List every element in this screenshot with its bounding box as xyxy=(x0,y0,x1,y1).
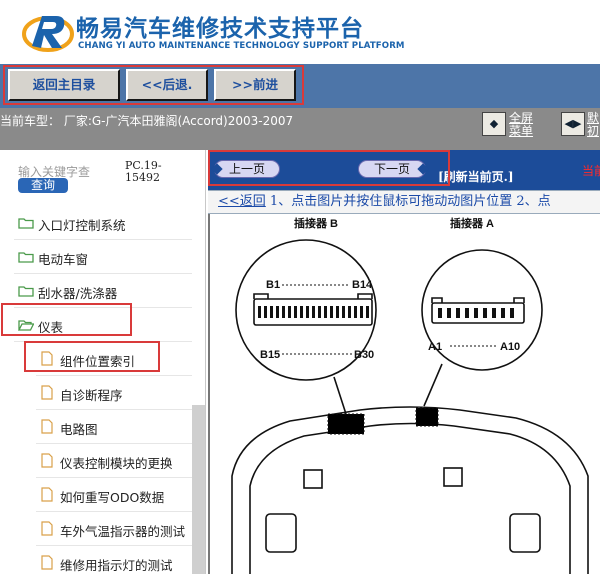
left-arrow-icon xyxy=(211,163,223,175)
page-icon xyxy=(41,419,53,434)
current-label: 当前 xyxy=(582,164,600,178)
tree-item-instruments[interactable]: 仪表 xyxy=(14,308,192,342)
history-forward-button[interactable]: >>前进 xyxy=(214,69,296,101)
page-icon xyxy=(41,351,53,366)
pin-a1-label: A1 xyxy=(428,341,442,353)
sidebar: 输入关键字查 查询 PC.19-15492 入口灯控制系统 电动车窗 刮水器/洗… xyxy=(0,150,206,574)
prev-page-button[interactable]: 上一页 xyxy=(211,160,280,178)
brand-subtitle: CHANG YI AUTO MAINTENANCE TECHNOLOGY SUP… xyxy=(78,41,405,51)
tree-item-label: 组件位置索引 xyxy=(60,354,136,369)
tree-item-component-index[interactable]: 组件位置索引 xyxy=(36,342,192,376)
folder-icon xyxy=(18,286,34,297)
refresh-link[interactable]: [刷新当前页.] xyxy=(438,168,514,185)
history-back-button[interactable]: <<后退. xyxy=(126,69,208,101)
fullscreen-line2: 菜单 xyxy=(509,124,534,138)
content-frame: 上一页 下一页 [刷新当前页.] 当前 <<返回 1、点击图片并按住鼠标可拖动动… xyxy=(208,150,600,574)
tree-item-entry-lights[interactable]: 入口灯控制系统 xyxy=(14,206,192,240)
tree-item-label: 如何重写ODO数据 xyxy=(60,490,165,505)
pin-a10-label: A10 xyxy=(500,341,520,353)
return-link[interactable]: <<返回 xyxy=(208,194,266,209)
folder-icon xyxy=(18,252,34,263)
folder-icon xyxy=(18,218,34,229)
fullscreen-icon[interactable]: ◆ xyxy=(482,112,506,136)
back-main-button[interactable]: 返回主目录 xyxy=(8,69,120,101)
connector-a-label: 插接器 A xyxy=(450,216,494,230)
pin-b30-label: B30 xyxy=(354,349,374,361)
tree-item-circuit-diagram[interactable]: 电路图 xyxy=(36,410,192,444)
page-icon xyxy=(41,521,53,536)
page-icon xyxy=(41,385,53,400)
logo-icon xyxy=(22,16,74,52)
pin-b14-label: B14 xyxy=(352,279,373,291)
page-icon xyxy=(41,453,53,468)
fullscreen-line1: 全屏 xyxy=(509,111,534,125)
pin-b1-label: B1 xyxy=(266,279,280,291)
tree-item-label: 电路图 xyxy=(60,422,98,437)
vehicle-info-bar: 当前车型： 厂家:G-广汽本田雅阁(Accord)2003-2007 ◆ 全屏 … xyxy=(0,108,600,150)
pc-code: PC.19-15492 xyxy=(125,159,162,184)
tree-item-power-windows[interactable]: 电动车窗 xyxy=(14,240,192,274)
tree-item-outside-temp-test[interactable]: 车外气温指示器的测试 xyxy=(36,512,192,546)
pin-b15-label: B15 xyxy=(260,349,280,361)
default-line2: 初 xyxy=(587,124,600,138)
default-view-icon[interactable]: ◀▶ xyxy=(561,112,585,136)
current-vehicle: 当前车型： 厂家:G-广汽本田雅阁(Accord)2003-2007 xyxy=(0,114,294,128)
prev-page-label: 上一页 xyxy=(228,162,265,176)
page-toolbar: 上一页 下一页 [刷新当前页.] 当前 xyxy=(208,150,600,190)
tree-item-label: 入口灯控制系统 xyxy=(38,218,126,233)
folder-open-icon xyxy=(18,320,34,331)
tree-item-label: 维修用指示灯的测试 xyxy=(60,558,173,573)
tree-item-module-replace[interactable]: 仪表控制模块的更换 xyxy=(36,444,192,478)
sidebar-scrollbar[interactable] xyxy=(192,405,205,574)
page-icon xyxy=(41,487,53,502)
next-page-button[interactable]: 下一页 xyxy=(358,160,429,178)
tree-item-odo-rewrite[interactable]: 如何重写ODO数据 xyxy=(36,478,192,512)
tree-item-label: 刮水器/洗涤器 xyxy=(38,286,118,301)
page-icon xyxy=(41,555,53,570)
tree-item-label: 自诊断程序 xyxy=(60,388,123,403)
right-arrow-icon xyxy=(417,163,429,175)
next-page-label: 下一页 xyxy=(373,162,410,176)
tree-item-label: 仪表 xyxy=(38,320,64,335)
tree-item-self-diagnosis[interactable]: 自诊断程序 xyxy=(36,376,192,410)
usage-hint-bar: <<返回 1、点击图片并按住鼠标可拖动动图片位置 2、点 xyxy=(208,190,600,214)
nav-bar: 返回主目录 <<后退. >>前进 xyxy=(0,64,600,108)
header: 畅易汽车维修技术支持平台 CHANG YI AUTO MAINTENANCE T… xyxy=(0,0,600,64)
tree-item-service-light-test[interactable]: 维修用指示灯的测试 xyxy=(36,546,192,574)
usage-hint-text: 1、点击图片并按住鼠标可拖动动图片位置 2、点 xyxy=(265,194,551,209)
brand-title: 畅易汽车维修技术支持平台 xyxy=(76,16,364,42)
default-line1: 默 xyxy=(587,111,600,125)
diagram-viewport[interactable]: 插接器 B 插接器 A B1 B14 B15 B30 A1 A10 xyxy=(208,214,600,574)
tree-item-wipers[interactable]: 刮水器/洗涤器 xyxy=(14,274,192,308)
fullscreen-menu-link[interactable]: 全屏 菜单 xyxy=(509,112,533,138)
instrument-cluster-diagram[interactable]: 插接器 B 插接器 A B1 B14 B15 B30 A1 A10 xyxy=(210,214,600,574)
query-button[interactable]: 查询 xyxy=(18,178,68,193)
tree-item-label: 仪表控制模块的更换 xyxy=(60,456,173,471)
connector-b-label: 插接器 B xyxy=(294,216,338,230)
default-view-link[interactable]: 默 初 xyxy=(587,112,599,138)
tree-item-label: 车外气温指示器的测试 xyxy=(60,524,186,539)
tree-item-label: 电动车窗 xyxy=(38,252,89,267)
